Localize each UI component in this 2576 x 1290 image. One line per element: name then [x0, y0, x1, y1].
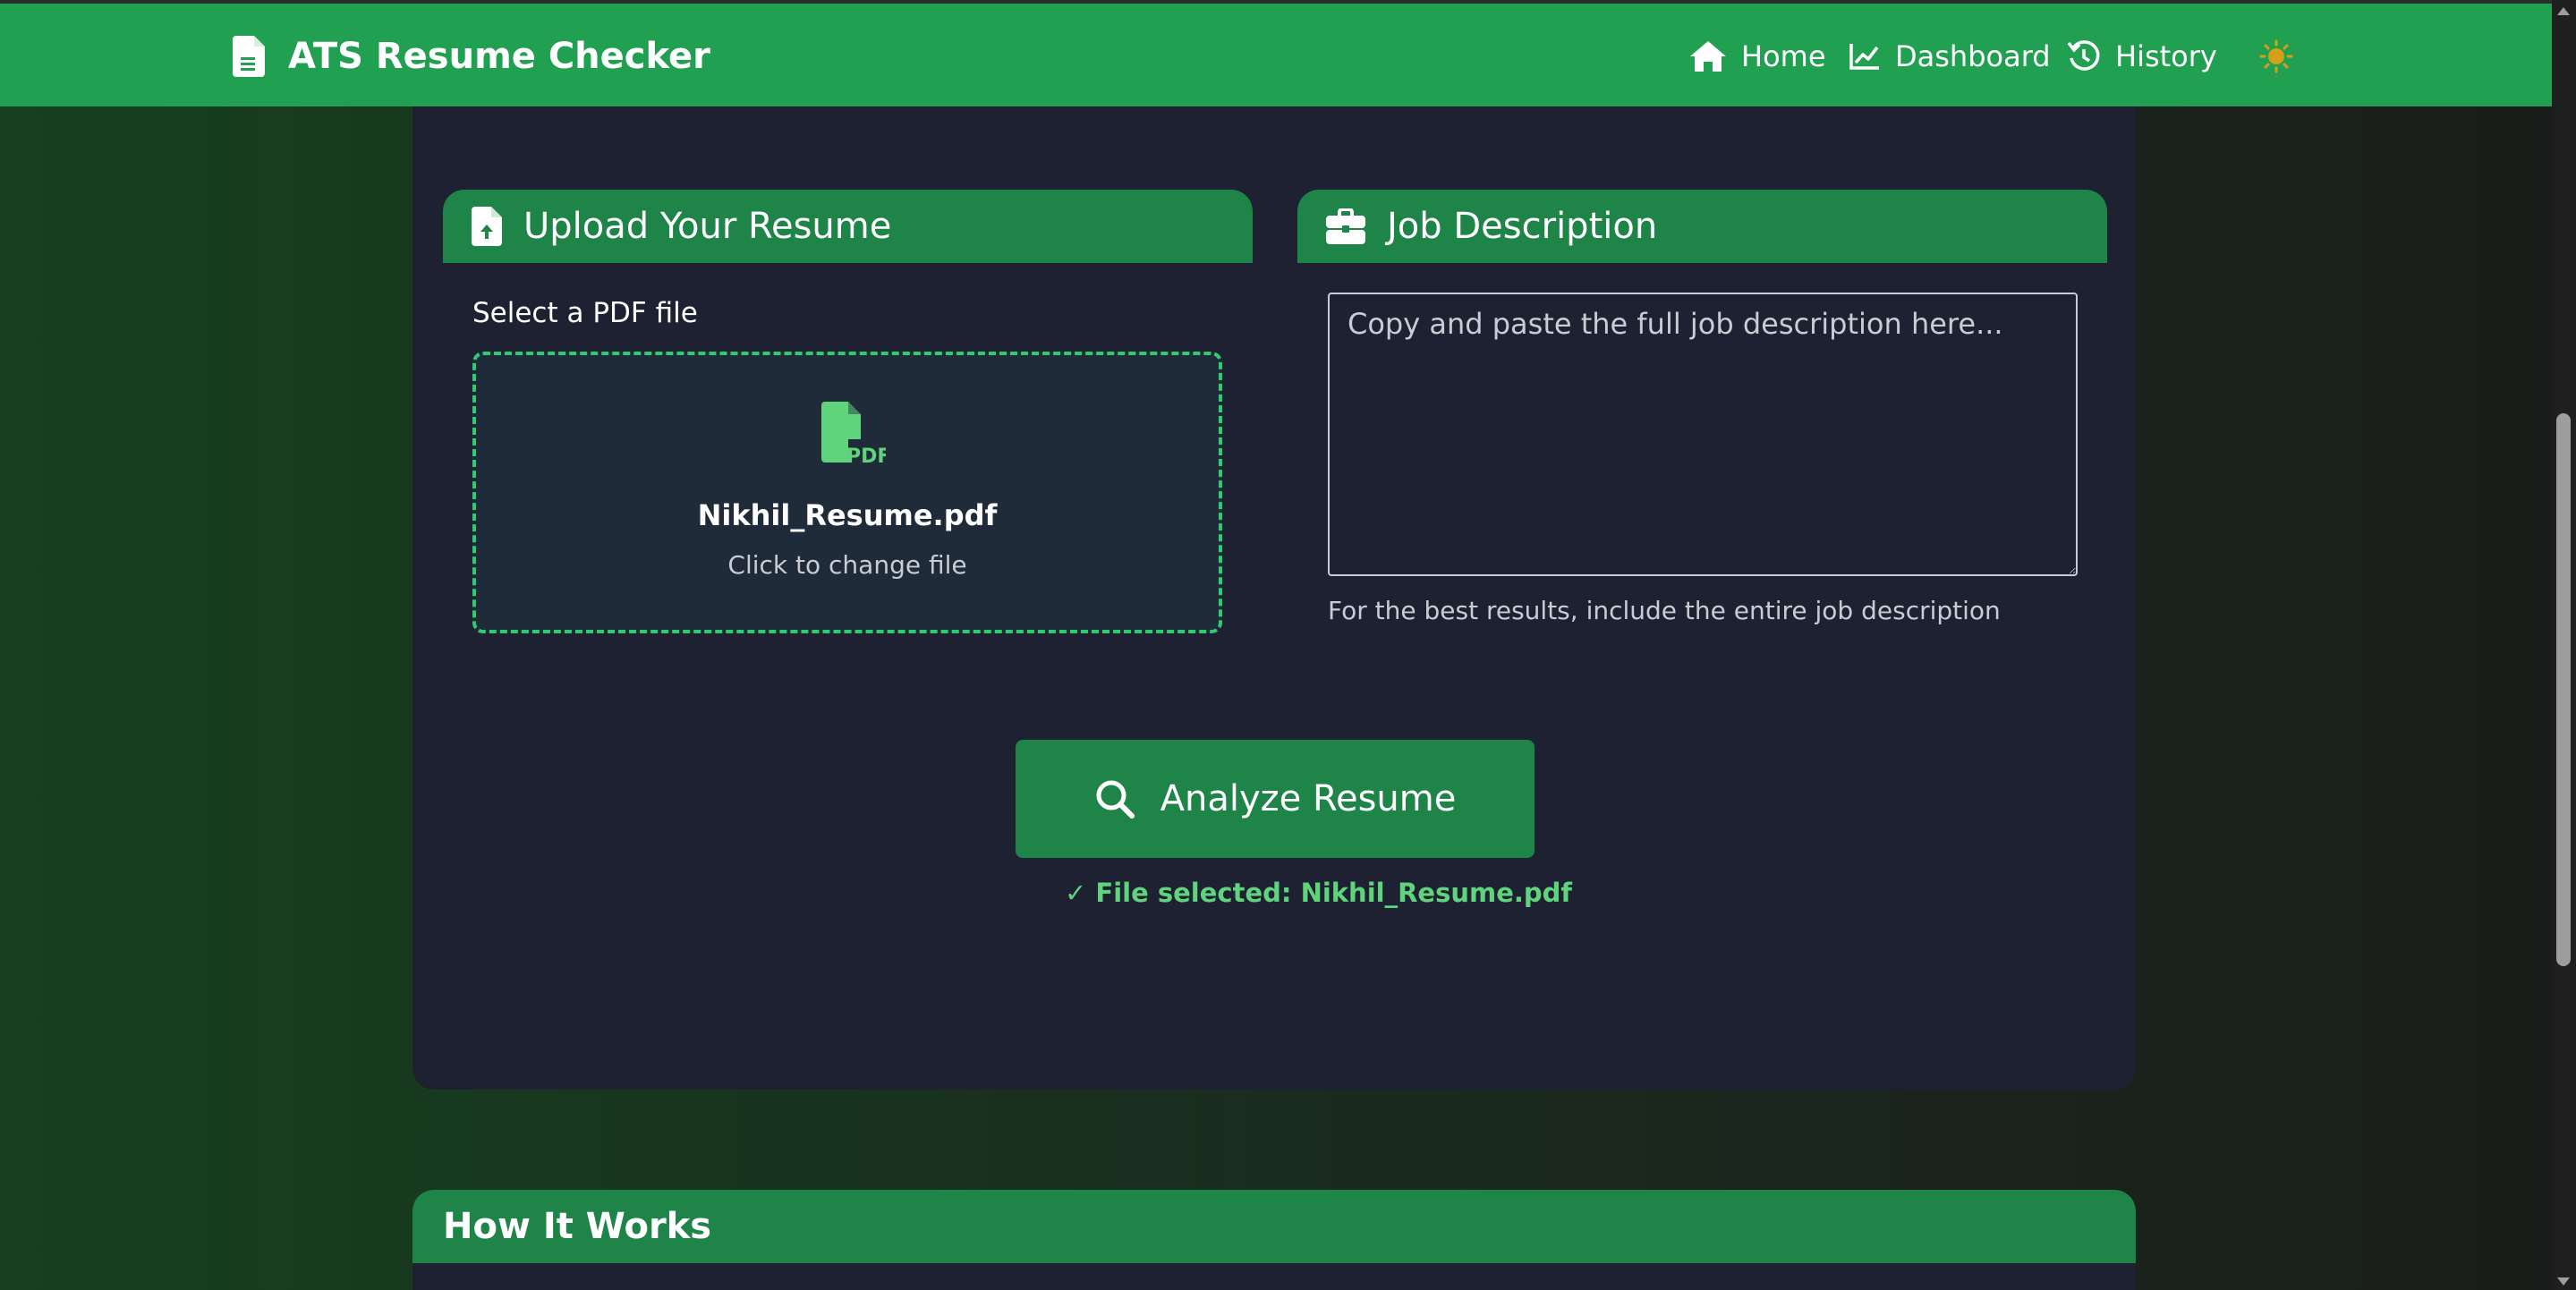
chart-line-icon: [1849, 44, 1879, 70]
scroll-down-arrow[interactable]: [2557, 1277, 2570, 1286]
analyze-resume-label: Analyze Resume: [1160, 778, 1457, 819]
nav-history[interactable]: History: [2067, 34, 2217, 79]
briefcase-icon: [1326, 208, 1365, 244]
nav-home-label: Home: [1741, 39, 1826, 73]
upload-panel-title: Upload Your Resume: [523, 206, 892, 247]
scrollbar-thumb[interactable]: [2556, 413, 2571, 966]
resume-dropzone[interactable]: PDF Nikhil_Resume.pdf Click to change fi…: [472, 352, 1222, 633]
nav-dashboard-label: Dashboard: [1895, 39, 2051, 73]
scroll-up-arrow[interactable]: [2557, 7, 2570, 15]
job-panel-header: Job Description: [1297, 190, 2107, 263]
navbar: ATS Resume Checker Home Dashboard Histor…: [0, 4, 2552, 106]
job-description-hint: For the best results, include the entire…: [1328, 596, 2001, 625]
search-icon: [1096, 780, 1135, 819]
brand[interactable]: ATS Resume Checker: [233, 32, 710, 81]
brand-title: ATS Resume Checker: [288, 36, 710, 77]
how-it-works-header: How It Works: [412, 1190, 2136, 1263]
nav-home[interactable]: Home: [1689, 34, 1826, 79]
nav-dashboard[interactable]: Dashboard: [1849, 34, 2051, 79]
file-pdf-icon: PDF: [821, 402, 886, 466]
file-selected-status-text: ✓ File selected: Nikhil_Resume.pdf: [1065, 878, 1573, 908]
svg-text:PDF: PDF: [846, 446, 886, 466]
job-description-input[interactable]: [1328, 293, 2078, 576]
analyze-resume-button[interactable]: Analyze Resume: [1016, 740, 1535, 858]
file-upload-icon: [472, 207, 502, 246]
upload-panel-header: Upload Your Resume: [443, 190, 1253, 263]
select-pdf-label: Select a PDF file: [472, 297, 698, 329]
sun-icon[interactable]: [2259, 39, 2293, 73]
home-icon: [1690, 41, 1726, 72]
change-file-hint: Click to change file: [727, 550, 967, 580]
how-it-works-body: [412, 1263, 2136, 1290]
history-icon: [2067, 40, 2100, 71]
document-icon: [233, 36, 265, 77]
nav-history-label: History: [2115, 39, 2217, 73]
job-panel-title: Job Description: [1387, 206, 1658, 247]
how-it-works-title: How It Works: [443, 1206, 712, 1247]
selected-file-name: Nikhil_Resume.pdf: [697, 498, 998, 532]
